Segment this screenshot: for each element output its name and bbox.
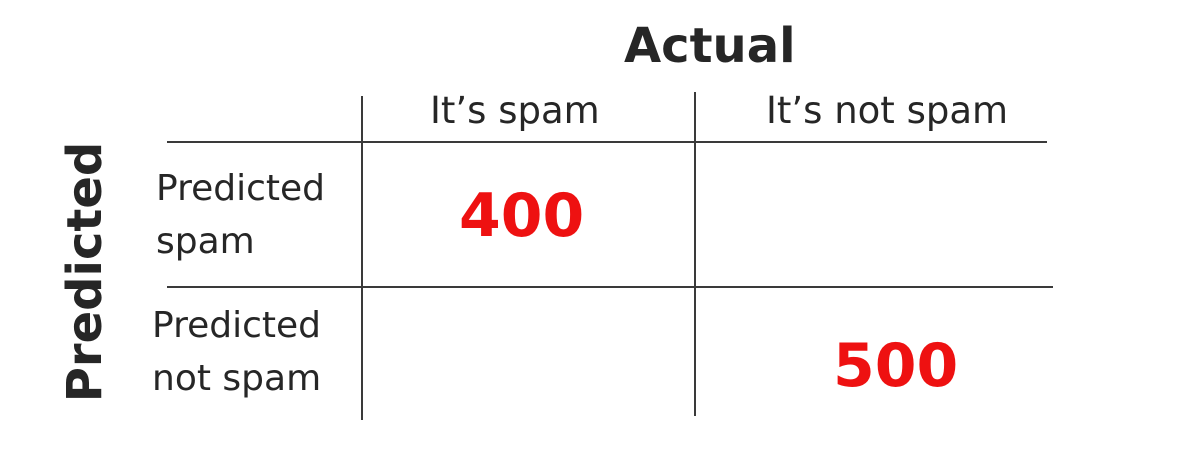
predicted-axis-title: Predicted	[57, 141, 113, 403]
column-header-its-spam: It’s spam	[430, 89, 600, 132]
cell-value-not-spam-not-spam: 500	[833, 331, 959, 401]
column-header-its-not-spam: It’s not spam	[766, 89, 1009, 132]
row-header-predicted-spam: Predicted spam	[156, 162, 325, 269]
horizontal-divider-middle	[167, 286, 1053, 288]
row-header-line: Predicted	[156, 168, 325, 209]
horizontal-divider-top	[167, 141, 1047, 143]
cell-value-spam-spam: 400	[459, 181, 585, 251]
row-header-predicted-not-spam: Predicted not spam	[152, 299, 321, 406]
confusion-matrix: Actual Predicted It’s spam It’s not spam…	[0, 0, 1200, 461]
row-header-line: spam	[156, 221, 255, 263]
row-header-line: not spam	[152, 358, 322, 400]
row-header-line: Predicted	[152, 305, 321, 346]
actual-axis-title: Actual	[624, 18, 796, 74]
vertical-divider-right	[694, 92, 696, 416]
vertical-divider-left	[361, 96, 363, 420]
